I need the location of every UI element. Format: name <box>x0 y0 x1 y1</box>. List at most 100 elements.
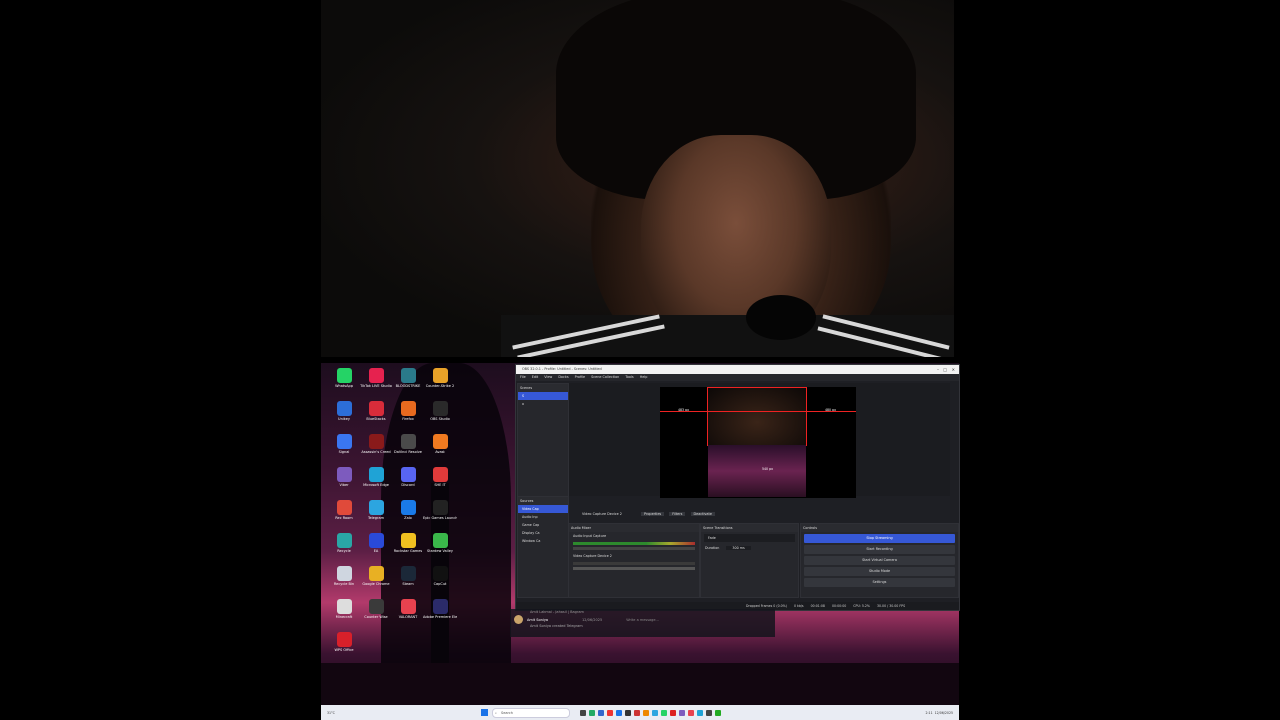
desktop-icon[interactable]: Zalo <box>393 498 423 528</box>
desktop-icon[interactable]: Counter Wise <box>361 597 391 627</box>
volume-slider[interactable] <box>573 547 695 550</box>
desktop-icon-label: BlueStacks <box>366 417 386 421</box>
desktop-icon[interactable]: BlueStacks <box>361 399 391 429</box>
chat-text: Amit Soniya created Telegram <box>530 624 583 628</box>
taskbar-app-icon[interactable] <box>705 709 712 716</box>
taskbar-app-icon[interactable] <box>633 709 640 716</box>
source-item[interactable]: Video Cap <box>518 505 568 513</box>
taskbar-app-icon[interactable] <box>579 709 586 716</box>
taskbar-app-icon[interactable] <box>678 709 685 716</box>
filters-button[interactable]: Filters <box>669 512 686 516</box>
desktop-icon[interactable]: Signal <box>329 432 359 462</box>
source-item[interactable]: Window Ca <box>518 537 568 545</box>
taskbar-app-icon[interactable] <box>624 709 631 716</box>
source-item[interactable]: Display Ca <box>518 529 568 537</box>
desktop-icon[interactable]: Recycle <box>329 531 359 561</box>
taskbar-app-icon[interactable] <box>687 709 694 716</box>
app-icon <box>432 467 448 482</box>
menu-item[interactable]: Scene Collection <box>591 374 619 381</box>
taskbar-app-icon[interactable] <box>597 709 604 716</box>
desktop-icon[interactable]: Google Chrome <box>361 564 391 594</box>
taskbar-app-icon[interactable] <box>651 709 658 716</box>
app-icon <box>368 401 384 416</box>
desktop-icon-label: TikTok LIVE Studio <box>360 384 392 388</box>
desktop-icon[interactable]: EA <box>361 531 391 561</box>
desktop-icon[interactable]: Avast <box>425 432 455 462</box>
desktop-icon[interactable]: TikTok LIVE Studio <box>360 366 392 396</box>
desktop-icon[interactable]: Counter-Strike 2 <box>425 366 455 396</box>
desktop-icon[interactable]: OBS Studio <box>425 399 455 429</box>
menu-item[interactable]: Edit <box>532 374 539 381</box>
properties-button[interactable]: Properties <box>641 512 665 516</box>
taskbar-app-icon[interactable] <box>615 709 622 716</box>
desktop-icon[interactable]: Steam <box>393 564 423 594</box>
scene-item[interactable]: S <box>518 392 568 400</box>
settings-button[interactable]: Settings <box>804 578 955 587</box>
desktop-icon[interactable]: Telegram <box>361 498 391 528</box>
stop-streaming-button[interactable]: Stop Streaming <box>804 534 955 543</box>
clock-date[interactable]: 12/06/2025 <box>935 711 953 715</box>
taskbar-app-icon[interactable] <box>588 709 595 716</box>
scene-item[interactable]: o <box>518 400 568 408</box>
search-placeholder: Search <box>501 710 514 715</box>
weather-widget[interactable]: 31°C <box>327 711 447 715</box>
volume-slider[interactable] <box>573 567 695 570</box>
telegram-chat-strip[interactable]: Amit Lakmal - Jahasil | Bagram Amit Soni… <box>510 609 775 637</box>
obs-preview[interactable]: 483 px 480 px 540 px <box>568 383 950 498</box>
studio-mode-button[interactable]: Studio Mode <box>804 567 955 576</box>
desktop-icon[interactable]: Discord <box>393 465 423 495</box>
clock-time[interactable]: 2:11 <box>925 711 932 715</box>
desktop-icon[interactable]: Viber <box>329 465 359 495</box>
chat-message[interactable]: Amit Soniya 12/06/2025 Write a message..… <box>510 615 775 624</box>
start-button[interactable] <box>481 709 488 716</box>
maximize-icon[interactable]: □ <box>943 365 947 374</box>
webcam-source-box[interactable] <box>707 387 807 446</box>
transition-select[interactable]: Fade <box>704 534 795 542</box>
taskbar-app-icon[interactable] <box>714 709 721 716</box>
search-input[interactable]: ⌕ Search <box>492 707 570 718</box>
menu-item[interactable]: Tools <box>625 374 633 381</box>
desktop-icon[interactable]: Microsoft Edge <box>361 465 391 495</box>
source-item[interactable]: Game Cap <box>518 521 568 529</box>
minimize-icon[interactable]: – <box>937 365 939 374</box>
taskbar-app-icon[interactable] <box>660 709 667 716</box>
desktop-icon[interactable]: WPS Office <box>329 630 359 660</box>
desktop-icon[interactable]: DaVinci Resolve <box>393 432 423 462</box>
desktop-icon[interactable]: VALORANT <box>393 597 423 627</box>
close-icon[interactable]: ✕ <box>952 365 955 374</box>
taskbar-app-icon[interactable] <box>642 709 649 716</box>
menu-item[interactable]: View <box>544 374 552 381</box>
desktop-icon[interactable]: WhatsApp <box>329 366 359 396</box>
desktop-icon[interactable]: BLOODSTRIKE <box>393 366 423 396</box>
desktop-icon-label: Counter Wise <box>364 615 388 619</box>
taskbar-app-icon[interactable] <box>606 709 613 716</box>
deactivate-button[interactable]: Deactivate <box>690 512 715 516</box>
desktop-icon[interactable]: Epic Games Launcher <box>423 498 457 528</box>
desktop-icon[interactable]: Minecraft <box>329 597 359 627</box>
start-virtual-camera-button[interactable]: Start Virtual Camera <box>804 556 955 565</box>
menu-item[interactable]: File <box>520 374 526 381</box>
desktop-icon[interactable]: Stardew Valley <box>425 531 455 561</box>
desktop-icon[interactable]: Rec Room <box>329 498 359 528</box>
duration-input[interactable]: 300 ms <box>726 546 751 550</box>
desktop-icon[interactable]: Rockstar Games <box>393 531 423 561</box>
source-item[interactable]: Audio Inp <box>518 513 568 521</box>
desktop-icon[interactable]: Unikey <box>329 399 359 429</box>
menu-item[interactable]: Docks <box>558 374 568 381</box>
preview-canvas[interactable]: 483 px 480 px 540 px <box>660 387 856 498</box>
headset-mic <box>746 295 816 340</box>
menu-item[interactable]: Profile <box>575 374 586 381</box>
obs-window[interactable]: OBS 32.0.1 - Profile: Untitled - Scenes:… <box>515 364 960 611</box>
desktop-icon[interactable]: SHE IT <box>425 465 455 495</box>
start-recording-button[interactable]: Start Recording <box>804 545 955 554</box>
desktop-icon[interactable]: Recycle Bin <box>329 564 359 594</box>
taskbar-app-icon[interactable] <box>669 709 676 716</box>
desktop-icon[interactable]: Assassin's Creed <box>361 432 391 462</box>
taskbar-app-icon[interactable] <box>696 709 703 716</box>
desktop-icon[interactable]: CapCut <box>425 564 455 594</box>
message-input[interactable]: Write a message... <box>626 618 659 622</box>
menu-item[interactable]: Help <box>640 374 648 381</box>
desktop-icon[interactable]: Adobe Premiere Elements 2023 <box>423 597 457 627</box>
desktop-icon[interactable]: Firefox <box>393 399 423 429</box>
obs-titlebar: OBS 32.0.1 - Profile: Untitled - Scenes:… <box>516 365 959 374</box>
